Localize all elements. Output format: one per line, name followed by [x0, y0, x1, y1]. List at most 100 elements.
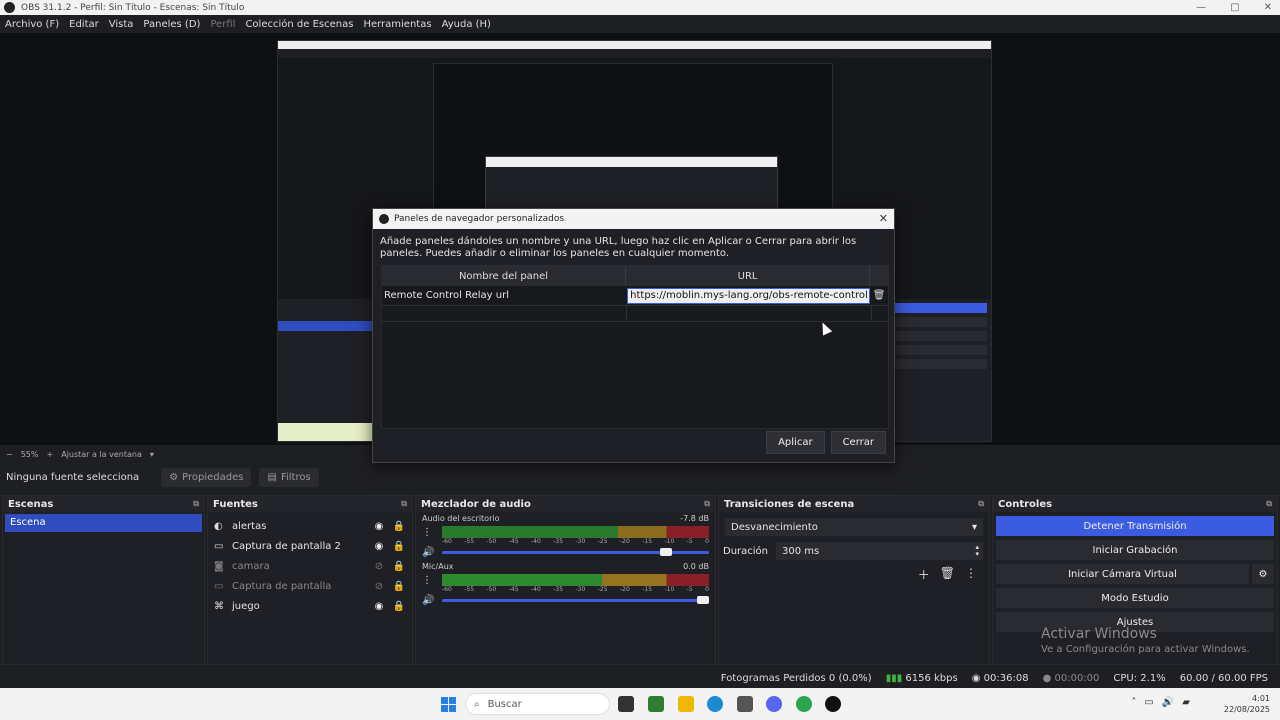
source-item[interactable]: ◐ alertas ◉ 🔒	[208, 516, 412, 536]
dock-float-icon[interactable]: ⧉	[401, 499, 407, 509]
virtualcam-row: Iniciar Cámara Virtual ⚙	[993, 560, 1277, 584]
taskbar-clock[interactable]: 4:01 22/08/2025	[1224, 693, 1270, 715]
scenes-dock: Escenas ⧉ Escena	[2, 495, 205, 665]
virtualcam-settings-button[interactable]: ⚙	[1252, 564, 1274, 584]
dock-float-icon[interactable]: ⧉	[1266, 499, 1272, 509]
source-item[interactable]: ▭ Captura de pantalla 2 ◉ 🔒	[208, 536, 412, 556]
transitions-dock-header: Transiciones de escena ⧉	[719, 496, 989, 512]
battery-icon[interactable]: ▰	[1182, 697, 1190, 708]
windows-start-icon[interactable]	[441, 697, 456, 712]
menu-editar[interactable]: Editar	[69, 19, 99, 30]
menu-archivo[interactable]: Archivo (F)	[5, 19, 59, 30]
discord-icon[interactable]	[766, 696, 782, 712]
properties-button[interactable]: ⚙ Propiedades	[161, 467, 252, 487]
taskbar-search[interactable]: ⌕ Buscar	[465, 693, 610, 715]
eye-icon[interactable]: ◉	[372, 521, 386, 532]
trash-icon[interactable]: 🗑	[940, 566, 955, 583]
menu-paneles[interactable]: Paneles (D)	[143, 19, 200, 30]
meter-tick: -60	[442, 586, 452, 593]
task-view-icon[interactable]	[618, 696, 634, 712]
minecraft-icon[interactable]	[648, 696, 664, 712]
file-explorer-icon[interactable]	[678, 696, 694, 712]
window-controls: — ▢ ✕	[1196, 0, 1272, 15]
more-options-icon[interactable]: ⋮	[422, 575, 442, 586]
edge-icon[interactable]	[707, 696, 723, 712]
start-virtualcam-button[interactable]: Iniciar Cámara Virtual	[996, 564, 1249, 584]
meter-ticks: -60 -55 -50 -45 -40 -35 -30 -25 -20 -15 -10 -5 0	[442, 586, 709, 594]
source-name: camara	[232, 560, 270, 572]
meter-tick: -30	[575, 538, 586, 545]
eye-icon[interactable]: ◉	[372, 541, 386, 552]
transition-select[interactable]: Desvanecimiento ▾	[725, 518, 983, 536]
dock-url-input[interactable]: https://moblin.mys-lang.org/obs-remote-c…	[627, 287, 871, 304]
duration-spinbox[interactable]: 300 ms ▴ ▾	[776, 542, 983, 560]
track-db: -7.8 dB	[680, 514, 709, 523]
close-button[interactable]: Cerrar	[830, 431, 886, 454]
record-icon: ●	[1042, 672, 1052, 684]
table-row[interactable]: Remote Control Relay url https://moblin.m…	[382, 286, 888, 306]
menu-vista[interactable]: Vista	[109, 19, 134, 30]
menu-herramientas[interactable]: Herramientas	[363, 19, 431, 30]
spin-arrows-icon[interactable]: ▴ ▾	[975, 544, 979, 558]
apply-button[interactable]: Aplicar	[766, 431, 825, 454]
close-icon[interactable]: ✕	[879, 212, 888, 225]
eye-off-icon[interactable]: ⊘	[372, 581, 386, 592]
gamepad-icon: ⌘	[214, 600, 224, 612]
zoom-out-button[interactable]: −	[6, 450, 13, 459]
menu-perfil[interactable]: Perfil	[210, 19, 235, 30]
minimize-icon[interactable]: —	[1196, 2, 1206, 13]
volume-knob[interactable]	[697, 595, 709, 604]
add-icon[interactable]: ＋	[918, 566, 930, 583]
lock-icon[interactable]: 🔒	[392, 521, 406, 532]
source-item[interactable]: ⌘ juego ◉ 🔒	[208, 596, 412, 616]
docks-table: Nombre del panel URL Remote Control Rela…	[381, 265, 889, 429]
dock-name-cell[interactable]: Remote Control Relay url	[382, 290, 625, 301]
chrome-icon[interactable]	[796, 696, 812, 712]
store-icon[interactable]	[737, 696, 753, 712]
source-item[interactable]: ▭ Captura de pantalla ⊘ 🔒	[208, 576, 412, 596]
trash-icon[interactable]: 🗑	[870, 290, 888, 301]
dock-float-icon[interactable]: ⧉	[704, 499, 710, 509]
dock-float-icon[interactable]: ⧉	[193, 499, 199, 509]
zoom-in-button[interactable]: +	[46, 450, 53, 459]
camera-icon: ◙	[214, 560, 224, 572]
lock-icon[interactable]: 🔒	[392, 561, 406, 572]
volume-slider[interactable]	[442, 547, 709, 556]
chevron-up-icon[interactable]: ˄	[1131, 697, 1136, 708]
volume-meter	[442, 526, 709, 538]
lock-icon[interactable]: 🔒	[392, 581, 406, 592]
source-name: Captura de pantalla 2	[232, 540, 341, 552]
source-item[interactable]: ◙ camara ⊘ 🔒	[208, 556, 412, 576]
lock-icon[interactable]: 🔒	[392, 541, 406, 552]
scene-item-escena[interactable]: Escena	[5, 514, 202, 532]
more-options-icon[interactable]: ⋮	[965, 566, 977, 583]
stop-stream-button[interactable]: Detener Transmisión	[996, 516, 1274, 536]
close-icon[interactable]: ✕	[1264, 2, 1272, 13]
obs-taskbar-icon[interactable]	[825, 696, 841, 712]
filters-button[interactable]: ▤ Filtros	[259, 467, 319, 487]
eye-off-icon[interactable]: ⊘	[372, 561, 386, 572]
network-icon[interactable]: ▭	[1144, 697, 1153, 708]
more-options-icon[interactable]: ⋮	[422, 527, 442, 538]
maximize-icon[interactable]: ▢	[1230, 2, 1239, 13]
volume-slider[interactable]	[442, 595, 709, 604]
meter-tick: 0	[705, 586, 709, 593]
duration-row: Duración 300 ms ▴ ▾	[723, 542, 983, 560]
menu-ayuda[interactable]: Ayuda (H)	[442, 19, 491, 30]
dock-float-icon[interactable]: ⧉	[978, 499, 984, 509]
speaker-icon[interactable]: 🔊	[422, 595, 436, 606]
volume-knob[interactable]	[659, 547, 672, 556]
zoom-dropdown-icon[interactable]: ▾	[150, 450, 154, 459]
table-row-empty[interactable]	[382, 306, 888, 322]
studio-mode-button[interactable]: Modo Estudio	[996, 588, 1274, 608]
start-recording-button[interactable]: Iniciar Grabación	[996, 540, 1274, 560]
zoom-fit-label[interactable]: Ajustar a la ventana	[61, 450, 142, 459]
lock-icon[interactable]: 🔒	[392, 601, 406, 612]
gear-icon: ⚙	[1258, 568, 1268, 580]
eye-icon[interactable]: ◉	[372, 601, 386, 612]
menu-coleccion-escenas[interactable]: Colección de Escenas	[245, 19, 353, 30]
sources-dock-header: Fuentes ⧉	[208, 496, 412, 512]
cpu-usage: CPU: 2.1%	[1113, 672, 1166, 684]
volume-icon[interactable]: 🔊	[1162, 697, 1174, 708]
speaker-icon[interactable]: 🔊	[422, 547, 436, 558]
